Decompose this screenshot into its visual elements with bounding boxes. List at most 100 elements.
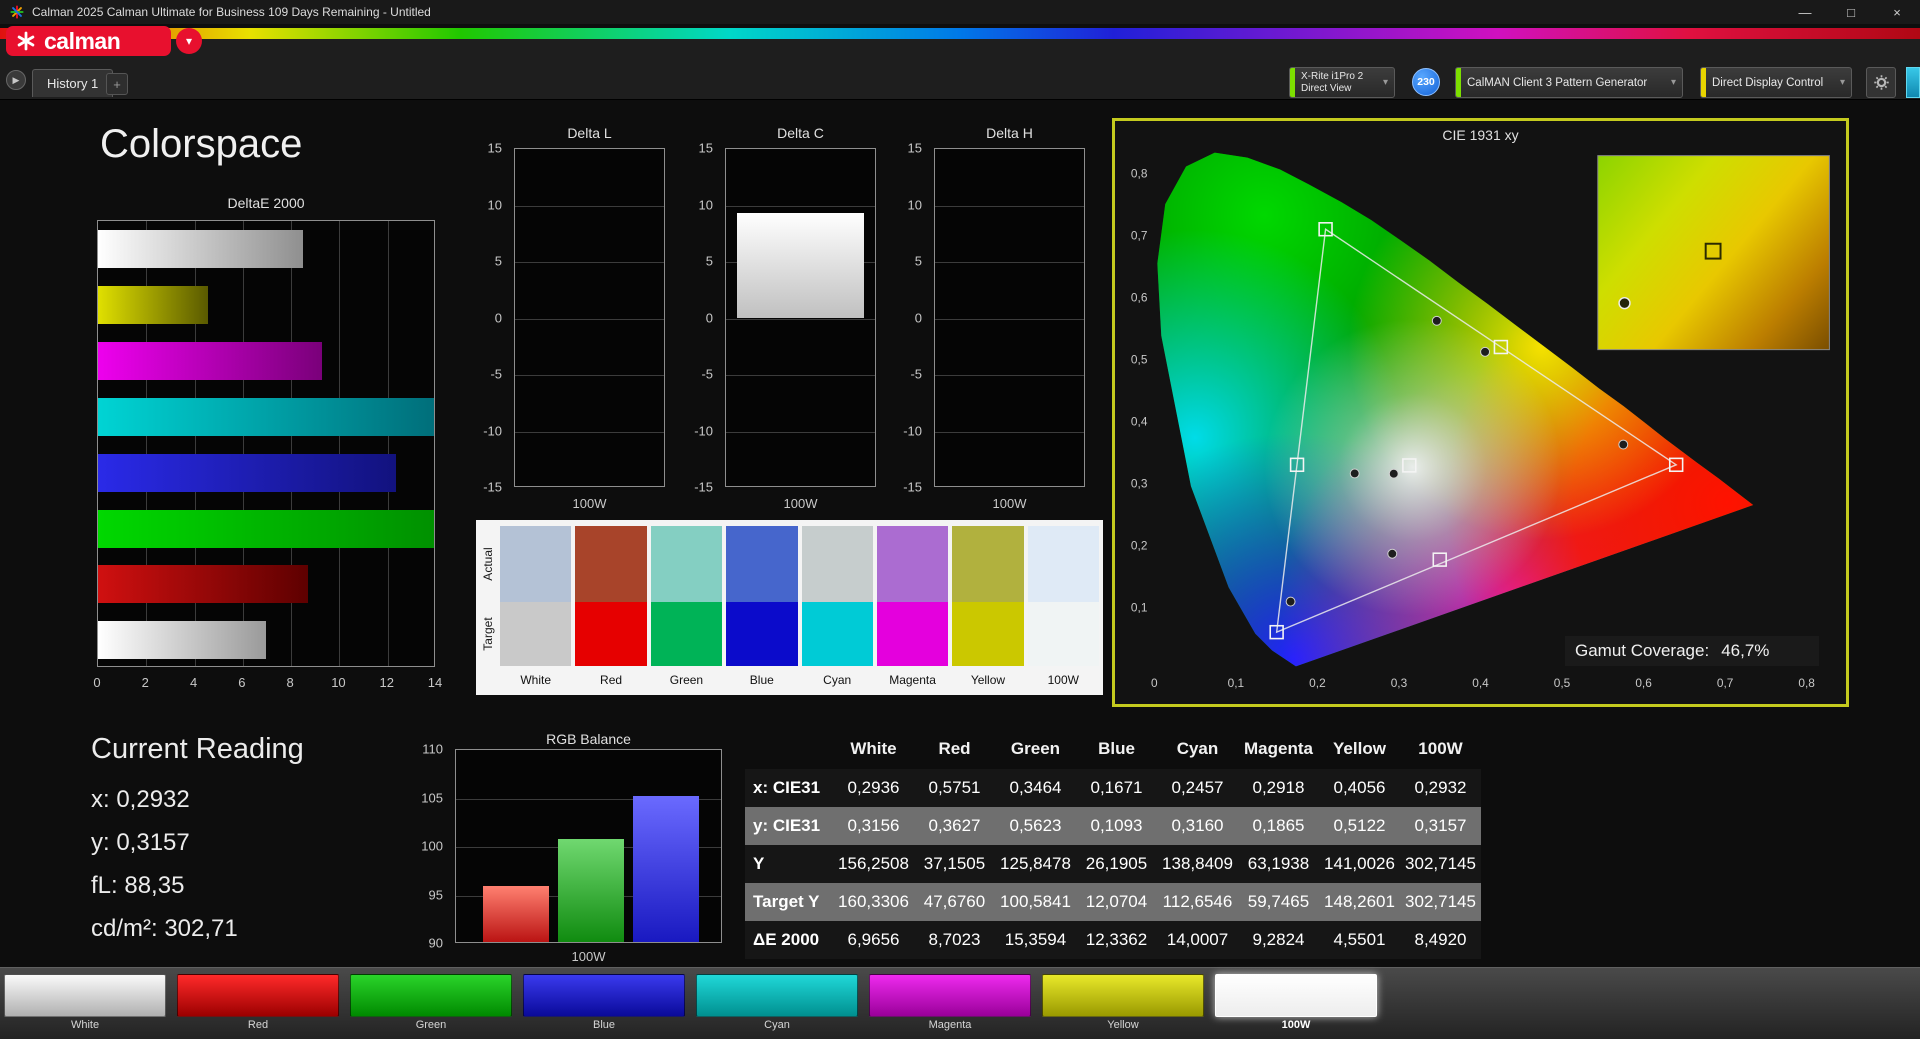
table-cell: 100,5841 (995, 892, 1076, 912)
delta-tick-label: -15 (903, 480, 922, 495)
reading-fl: fL: 88,35 (91, 864, 304, 907)
meter-dropdown[interactable]: X-Rite i1Pro 2 Direct View ▾ (1289, 67, 1395, 98)
pattern-button-blue[interactable]: Blue (523, 974, 685, 1031)
table-cell: 0,3157 (1400, 816, 1481, 836)
delta-gridline (935, 262, 1084, 263)
table-cell: 37,1505 (914, 854, 995, 874)
rgb-xlabel: 100W (455, 949, 722, 964)
cie-x-tick: 0,3 (1391, 676, 1408, 690)
patch-label: Magenta (869, 1019, 1031, 1031)
delta-gridline (935, 206, 1084, 207)
swatch-row-label-target: Target (481, 599, 495, 669)
delta-tick-label: -10 (483, 423, 502, 438)
table-row-label: y: CIE31 (745, 816, 833, 836)
logo-menu-button[interactable]: ▾ (176, 28, 202, 54)
table-cell: 0,1093 (1076, 816, 1157, 836)
table-cell: 63,1938 (1238, 854, 1319, 874)
target-swatch (651, 602, 722, 666)
cie-y-tick: 0,2 (1131, 538, 1148, 552)
pattern-button-white[interactable]: White (4, 974, 166, 1031)
actual-swatch (877, 526, 948, 602)
measured-marker (1350, 469, 1359, 478)
delta-tick-label: 15 (488, 141, 502, 156)
display-control-dropdown[interactable]: Direct Display Control ▾ (1700, 67, 1852, 98)
measured-marker (1619, 440, 1628, 449)
reading-cdm2: cd/m²: 302,71 (91, 907, 304, 950)
table-row: Y156,250837,1505125,847826,1905138,84096… (745, 845, 1481, 883)
app-icon (10, 5, 24, 19)
table-row-label: Y (745, 854, 833, 874)
swatch-column-cyan: Cyan (802, 526, 873, 695)
rgb-tick-label: 90 (429, 936, 443, 951)
tab-history-1[interactable]: History 1 (32, 69, 113, 97)
current-reading: Current Reading x: 0,2932 y: 0,3157 fL: … (91, 733, 304, 950)
delta-bar (737, 213, 864, 318)
table-cell: 0,2457 (1157, 778, 1238, 798)
table-cell: 0,5751 (914, 778, 995, 798)
pattern-button-green[interactable]: Green (350, 974, 512, 1031)
swatch-label: Cyan (802, 666, 873, 694)
close-button[interactable]: × (1874, 0, 1920, 24)
restore-button[interactable]: □ (1828, 0, 1874, 24)
gamut-coverage: Gamut Coverage: 46,7% (1565, 636, 1819, 666)
calman-window: Calman 2025 Calman Ultimate for Business… (0, 0, 1920, 1039)
swatch-label: White (500, 666, 571, 694)
delta-h-xlabel: 100W (934, 496, 1085, 511)
delta-tick-label: 5 (915, 254, 922, 269)
table-cell: 14,0007 (1157, 930, 1238, 950)
minimize-button[interactable]: — (1782, 0, 1828, 24)
tab-scroll-button[interactable]: ▶ (6, 70, 26, 90)
table-cell: 8,7023 (914, 930, 995, 950)
pattern-generator-dropdown[interactable]: CalMAN Client 3 Pattern Generator ▾ (1455, 67, 1683, 98)
rgb-bar-blue (633, 796, 699, 943)
delta-tick-label: 15 (908, 141, 922, 156)
actual-swatch (651, 526, 722, 602)
delta-gridline (726, 319, 875, 320)
deltae-bar-blue (98, 454, 396, 492)
cie-x-tick: 0,4 (1472, 676, 1489, 690)
delta-h-yaxis: 151050-5-10-15 (894, 148, 930, 487)
pattern-button-100w[interactable]: 100W (1215, 974, 1377, 1031)
pattern-button-red[interactable]: Red (177, 974, 339, 1031)
delta-tick-label: 0 (495, 310, 502, 325)
pattern-button-yellow[interactable]: Yellow (1042, 974, 1204, 1031)
delta-gridline (515, 206, 664, 207)
delta-tick-label: 10 (908, 197, 922, 212)
swatch-column-red: Red (575, 526, 646, 695)
table-cell: 26,1905 (1076, 854, 1157, 874)
pattern-button-cyan[interactable]: Cyan (696, 974, 858, 1031)
meter-count-badge[interactable]: 230 (1412, 68, 1440, 96)
swatch-column-magenta: Magenta (877, 526, 948, 695)
delta-gridline (726, 375, 875, 376)
chevron-down-icon: ▾ (1671, 77, 1676, 88)
add-tab-button[interactable]: + (106, 73, 128, 95)
calman-logo[interactable]: calman (6, 26, 171, 56)
pattern-button-magenta[interactable]: Magenta (869, 974, 1031, 1031)
edge-panel-button[interactable] (1906, 67, 1920, 98)
logo-text: calman (44, 26, 120, 56)
cie-chart-panel: 00,10,20,30,40,50,60,70,80,80,70,60,50,4… (1112, 118, 1849, 707)
deltae-bar-white (98, 621, 266, 659)
mini-chart-2: Delta H 151050-5-10-15 100W (894, 125, 1086, 510)
swatch-label: Red (575, 666, 646, 694)
page-title: Colorspace (100, 122, 302, 167)
deltae-chart: DeltaE 2000 02468101214 (97, 195, 435, 700)
delta-l-yaxis: 151050-5-10-15 (474, 148, 510, 487)
swatch-column-white: White (500, 526, 571, 695)
settings-button[interactable] (1866, 67, 1896, 98)
results-table-head: WhiteRedGreenBlueCyanMagentaYellow100W (745, 729, 1481, 769)
patch-label: Yellow (1042, 1019, 1204, 1031)
delta-h-plot (934, 148, 1085, 487)
bottom-patches: WhiteRedGreenBlueCyan Magenta Yellow 100W (4, 974, 1377, 1031)
table-cell: 125,8478 (995, 854, 1076, 874)
swatch-column-blue: Blue (726, 526, 797, 695)
delta-c-yaxis: 151050-5-10-15 (685, 148, 721, 487)
cie-inset-zoom (1598, 156, 1830, 350)
patch-label: 100W (1215, 1019, 1377, 1031)
patch-color (523, 974, 685, 1017)
table-cell: 15,3594 (995, 930, 1076, 950)
measured-marker (1389, 469, 1398, 478)
table-cell: 0,3464 (995, 778, 1076, 798)
table-cell: 160,3306 (833, 892, 914, 912)
patch-color (177, 974, 339, 1017)
